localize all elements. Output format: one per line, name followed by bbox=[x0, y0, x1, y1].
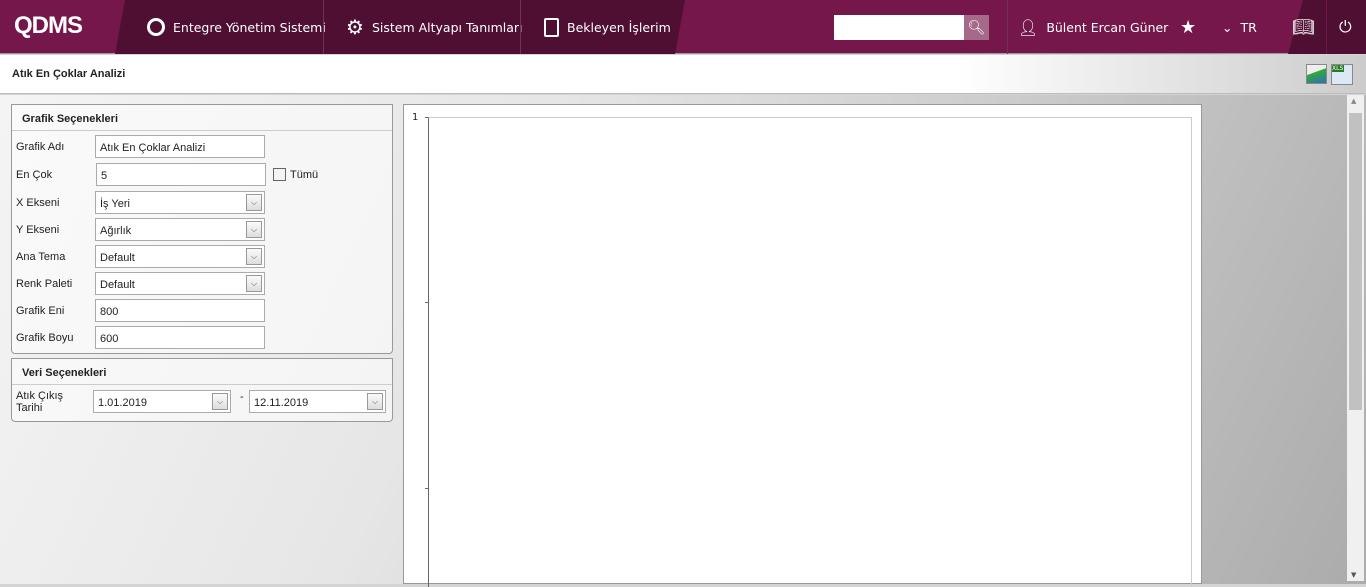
chevron-down-icon[interactable]: ⌵ bbox=[246, 248, 262, 265]
excel-export-icon[interactable]: XLS bbox=[1331, 64, 1353, 85]
page-title: Atık En Çoklar Analizi bbox=[12, 68, 126, 80]
field-label: En Çok bbox=[16, 169, 53, 181]
user-icon: 👤︎ bbox=[1018, 17, 1039, 37]
gear-icon: ⚙ bbox=[346, 15, 364, 39]
field-label: X Ekseni bbox=[16, 197, 60, 209]
veri-options-panel: Veri Seçenekleri Atık Çıkış Tarihi 1.01.… bbox=[11, 358, 393, 422]
calendar-dropdown-icon[interactable]: ⌵ bbox=[212, 393, 228, 410]
favorites-star-icon[interactable]: ★ bbox=[1180, 0, 1196, 54]
chevron-down-icon: ⌄ bbox=[1222, 19, 1233, 35]
calendar-dropdown-icon[interactable]: ⌵ bbox=[367, 393, 383, 410]
text-field[interactable]: 600 bbox=[95, 326, 265, 349]
user-menu[interactable]: 👤︎ Bülent Ercan Güner bbox=[1018, 0, 1168, 54]
search-button[interactable]: 🔍︎ bbox=[964, 15, 989, 40]
chevron-down-icon[interactable]: ⌵ bbox=[246, 194, 262, 211]
tumu-label: Tümü bbox=[290, 169, 319, 181]
nav-entegre[interactable]: Entegre Yönetim Sistemi bbox=[147, 0, 326, 54]
end-date-field[interactable]: 12.11.2019 ⌵ bbox=[249, 390, 386, 413]
text-field[interactable]: 800 bbox=[95, 299, 265, 322]
select-field[interactable]: Ağırlık ⌵ bbox=[95, 218, 265, 241]
chart-export-icon[interactable] bbox=[1306, 64, 1327, 84]
search-icon: 🔍︎ bbox=[967, 19, 986, 36]
plot-area bbox=[428, 117, 1192, 587]
field-label: Grafik Eni bbox=[16, 305, 65, 317]
chart-area: 1 bbox=[403, 104, 1202, 587]
search-input[interactable] bbox=[834, 15, 964, 40]
page-header: Atık En Çoklar Analizi XLS bbox=[0, 55, 1366, 94]
manual-book-icon[interactable]: 📖︎ bbox=[1292, 0, 1315, 54]
scroll-thumb[interactable] bbox=[1349, 113, 1362, 410]
language-select[interactable]: ⌄ TR bbox=[1222, 0, 1257, 54]
scroll-down-icon[interactable]: ▼ bbox=[1351, 571, 1356, 579]
scroll-up-icon[interactable]: ▲ bbox=[1351, 97, 1356, 105]
vertical-scrollbar[interactable]: ▲ ▼ bbox=[1347, 95, 1364, 581]
chevron-down-icon[interactable]: ⌵ bbox=[246, 221, 262, 238]
tumu-checkbox[interactable] bbox=[273, 168, 286, 181]
panel-heading: Veri Seçenekleri bbox=[12, 359, 392, 385]
top-bar: QDMS Entegre Yönetim Sistemi ⚙ Sistem Al… bbox=[0, 0, 1366, 54]
start-date-field[interactable]: 1.01.2019 ⌵ bbox=[93, 390, 231, 413]
date-label: Atık Çıkış Tarihi bbox=[16, 390, 64, 414]
select-field[interactable]: Default ⌵ bbox=[95, 272, 265, 295]
y-tick-label: 1 bbox=[412, 112, 419, 123]
qdms-logo[interactable]: QDMS bbox=[14, 12, 83, 40]
field-label: Grafik Boyu bbox=[16, 332, 74, 344]
nav-sistem[interactable]: ⚙ Sistem Altyapı Tanımları bbox=[346, 0, 523, 54]
text-field[interactable]: 5 bbox=[96, 163, 266, 186]
text-field[interactable]: Atık En Çoklar Analizi bbox=[95, 135, 265, 158]
nav-bekleyen[interactable]: Bekleyen İşlerim bbox=[544, 0, 671, 54]
q-icon bbox=[147, 18, 165, 36]
panel-heading: Grafik Seçenekleri bbox=[12, 105, 392, 131]
chevron-down-icon[interactable]: ⌵ bbox=[246, 275, 262, 292]
select-field[interactable]: İş Yeri ⌵ bbox=[95, 191, 265, 214]
select-field[interactable]: Default ⌵ bbox=[95, 245, 265, 268]
field-label: Y Ekseni bbox=[16, 224, 60, 236]
field-label: Renk Paleti bbox=[16, 278, 73, 290]
power-icon[interactable]: ⏻ bbox=[1339, 0, 1352, 54]
field-label: Grafik Adı bbox=[16, 141, 65, 153]
field-label: Ana Tema bbox=[16, 251, 66, 263]
clipboard-icon bbox=[544, 17, 559, 37]
